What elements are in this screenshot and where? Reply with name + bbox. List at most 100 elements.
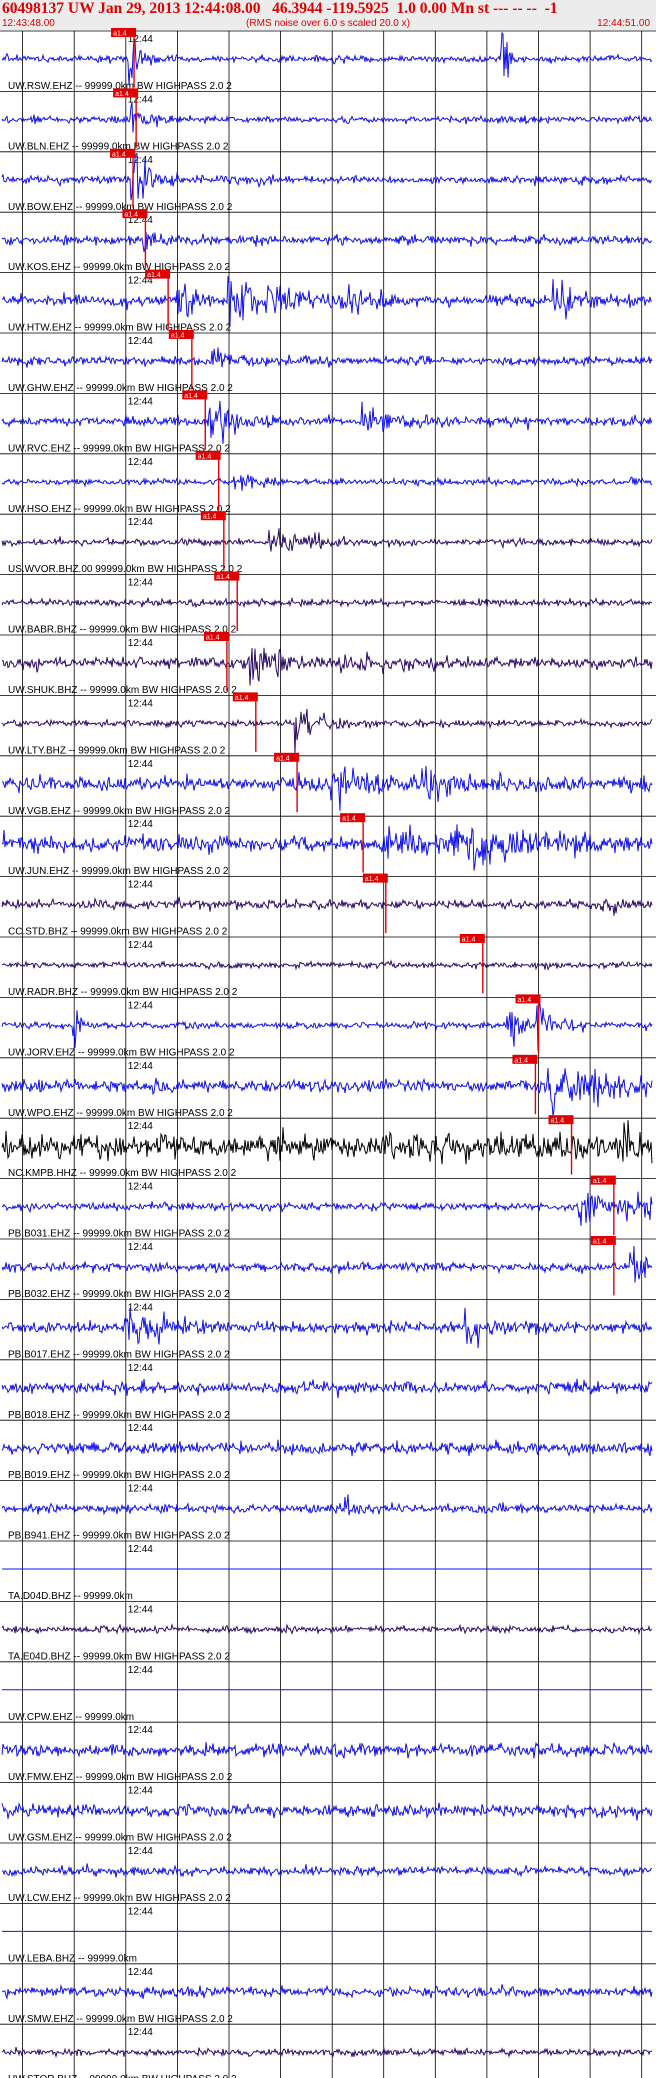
minute-tick-label: 12:44 bbox=[128, 1725, 153, 1736]
waveform-trace bbox=[2, 648, 652, 686]
minute-tick-label: 12:44 bbox=[128, 880, 153, 891]
station-label: UW.CPW.EHZ -- 99999.0km bbox=[8, 1712, 134, 1723]
station-label: UW.WPO.EHZ -- 99999.0km BW HIGHPASS 2.0 … bbox=[8, 1108, 233, 1119]
waveform-trace bbox=[2, 347, 652, 367]
minute-tick-label: 12:44 bbox=[128, 1846, 153, 1857]
seismogram-plot: 12:44UW.RSW.EHZ -- 99999.0km BW HIGHPASS… bbox=[0, 0, 656, 2078]
minute-tick-label: 12:44 bbox=[128, 396, 153, 407]
station-label: PB.B019.EHZ -- 99999.0km BW HIGHPASS 2.0… bbox=[8, 1470, 230, 1481]
minute-tick-label: 12:44 bbox=[128, 336, 153, 347]
station-label: UW.FMW.EHZ -- 99999.0km BW HIGHPASS 2.0 … bbox=[8, 1772, 233, 1783]
station-label: UW.LCW.EHZ -- 99999.0km BW HIGHPASS 2.0 … bbox=[8, 1893, 231, 1904]
waveform-trace bbox=[2, 2047, 652, 2057]
station-label: UW.SMW.EHZ -- 99999.0km BW HIGHPASS 2.0 … bbox=[8, 2014, 233, 2025]
waveform-trace bbox=[2, 1308, 652, 1348]
pick-label: a1.4 bbox=[514, 1057, 528, 1064]
minute-tick-label: 12:44 bbox=[128, 940, 153, 951]
station-label: UW.LEBA.BHZ -- 99999.0km bbox=[8, 1953, 137, 1964]
waveform-trace bbox=[2, 1246, 652, 1283]
waveform-trace bbox=[2, 1624, 652, 1633]
station-label: NC.KMPB.HHZ -- 99999.0km BW HIGHPASS 2.0… bbox=[8, 1168, 237, 1179]
waveform-trace bbox=[2, 475, 652, 491]
minute-tick-label: 12:44 bbox=[128, 1121, 153, 1132]
waveform-trace bbox=[2, 1192, 652, 1226]
minute-tick-label: 12:44 bbox=[128, 1544, 153, 1555]
waveform-trace bbox=[2, 528, 652, 551]
pick-label: a1.4 bbox=[184, 393, 198, 400]
waveform-trace bbox=[2, 232, 652, 252]
minute-tick-label: 12:44 bbox=[128, 457, 153, 468]
pick-label: a1.4 bbox=[276, 755, 290, 762]
station-label: UW.LTY.BHZ -- 99999.0km BW HIGHPASS 2.0 … bbox=[8, 745, 226, 756]
station-label: PB.B032.EHZ -- 99999.0km BW HIGHPASS 2.0… bbox=[8, 1289, 230, 1300]
pick-label: a1.4 bbox=[171, 333, 185, 340]
minute-tick-label: 12:44 bbox=[128, 578, 153, 589]
minute-tick-label: 12:44 bbox=[128, 1000, 153, 1011]
minute-tick-label: 12:44 bbox=[128, 517, 153, 528]
pick-label: a1.4 bbox=[147, 272, 161, 279]
waveform-trace bbox=[2, 154, 652, 200]
pick-label: a1.4 bbox=[115, 91, 129, 98]
station-label: UW.STOR.BHZ -- 99999.0km BW HIGHPASS 2.0… bbox=[8, 2074, 237, 2078]
station-label: PB.B031.EHZ -- 99999.0km BW HIGHPASS 2.0… bbox=[8, 1229, 230, 1240]
minute-tick-label: 12:44 bbox=[128, 2027, 153, 2038]
station-label: TA.D04D.BHZ -- 99999.0km bbox=[8, 1591, 133, 1602]
pick-label: a1.4 bbox=[124, 212, 138, 219]
minute-tick-label: 12:44 bbox=[128, 1182, 153, 1193]
waveform-trace bbox=[2, 276, 652, 325]
pick-label: a1.4 bbox=[203, 514, 217, 521]
minute-tick-label: 12:44 bbox=[128, 1786, 153, 1797]
station-label: UW.HSO.EHZ -- 99999.0km BW HIGHPASS 2.0 … bbox=[8, 504, 231, 515]
station-label: UW.KOS.EHZ -- 99999.0km BW HIGHPASS 2.0 … bbox=[8, 262, 231, 273]
pick-label: a1.4 bbox=[342, 816, 356, 823]
minute-tick-label: 12:44 bbox=[128, 1967, 153, 1978]
pick-label: a1.4 bbox=[198, 453, 212, 460]
station-label: UW.GSM.EHZ -- 99999.0km BW HIGHPASS 2.0 … bbox=[8, 1833, 232, 1844]
minute-tick-label: 12:44 bbox=[128, 1423, 153, 1434]
pick-label: a1.4 bbox=[551, 1118, 565, 1125]
waveform-trace bbox=[2, 961, 652, 970]
station-label: PB.B941.EHZ -- 99999.0km BW HIGHPASS 2.0… bbox=[8, 1531, 230, 1542]
waveform-trace bbox=[2, 1440, 652, 1457]
waveform-trace bbox=[2, 1120, 652, 1164]
minute-tick-label: 12:44 bbox=[128, 1906, 153, 1917]
pick-label: a1.4 bbox=[113, 31, 127, 38]
waveform-trace bbox=[2, 598, 652, 608]
waveform-trace bbox=[2, 401, 652, 444]
station-label: PB.B017.EHZ -- 99999.0km BW HIGHPASS 2.0… bbox=[8, 1349, 230, 1360]
waveform-trace bbox=[2, 766, 652, 811]
traces: 12:44UW.RSW.EHZ -- 99999.0km BW HIGHPASS… bbox=[0, 31, 656, 2078]
waveform-trace bbox=[2, 1379, 652, 1398]
waveform-trace bbox=[2, 103, 652, 133]
pick-label: a1.4 bbox=[216, 574, 230, 581]
minute-tick-label: 12:44 bbox=[128, 1242, 153, 1253]
pick-label: a1.4 bbox=[235, 695, 249, 702]
station-label: TA.E04D.BHZ -- 99999.0km BW HIGHPASS 2.0… bbox=[8, 1651, 230, 1662]
station-label: UW.HTW.EHZ -- 99999.0km BW HIGHPASS 2.0 … bbox=[8, 323, 232, 334]
station-label: UW.JORV.EHZ -- 99999.0km BW HIGHPASS 2.0… bbox=[8, 1047, 235, 1058]
minute-tick-label: 12:44 bbox=[128, 698, 153, 709]
station-label: UW.SHUK.BHZ -- 99999.0km BW HIGHPASS 2.0… bbox=[8, 685, 237, 696]
waveform-trace bbox=[2, 1742, 652, 1758]
pick-label: a1.4 bbox=[206, 635, 220, 642]
minute-tick-label: 12:44 bbox=[128, 638, 153, 649]
minute-tick-label: 12:44 bbox=[128, 1604, 153, 1615]
minute-tick-label: 12:44 bbox=[128, 1665, 153, 1676]
station-label: UW.BABR.BHZ -- 99999.0km BW HIGHPASS 2.0… bbox=[8, 625, 237, 636]
station-label: PB.B018.EHZ -- 99999.0km BW HIGHPASS 2.0… bbox=[8, 1410, 230, 1421]
waveform-trace bbox=[2, 1003, 652, 1051]
minute-tick-label: 12:44 bbox=[128, 759, 153, 770]
waveform-trace bbox=[2, 1494, 652, 1515]
pick-label: a1.4 bbox=[518, 997, 532, 1004]
station-label: US.WVOR.BHZ.00 99999.0km BW HIGHPASS 2.0… bbox=[8, 564, 243, 575]
minute-tick-label: 12:44 bbox=[128, 1061, 153, 1072]
waveform-trace bbox=[2, 1803, 652, 1821]
minute-tick-label: 12:44 bbox=[128, 1484, 153, 1495]
station-label: CC.STD.BHZ -- 99999.0km BW HIGHPASS 2.0 … bbox=[8, 927, 228, 938]
pick-label: a1.4 bbox=[462, 937, 476, 944]
waveform-trace bbox=[2, 897, 652, 916]
picks: a1.4 a1.4 a1.4 a1.4 a1.4 a1.4 a1.4 a1.4 a1.4 a1.4… bbox=[110, 28, 616, 1295]
pick-label: a1.4 bbox=[112, 151, 126, 158]
station-label: UW.BOW.EHZ -- 99999.0km BW HIGHPASS 2.0 … bbox=[8, 202, 233, 213]
waveform-trace bbox=[2, 1984, 652, 1999]
